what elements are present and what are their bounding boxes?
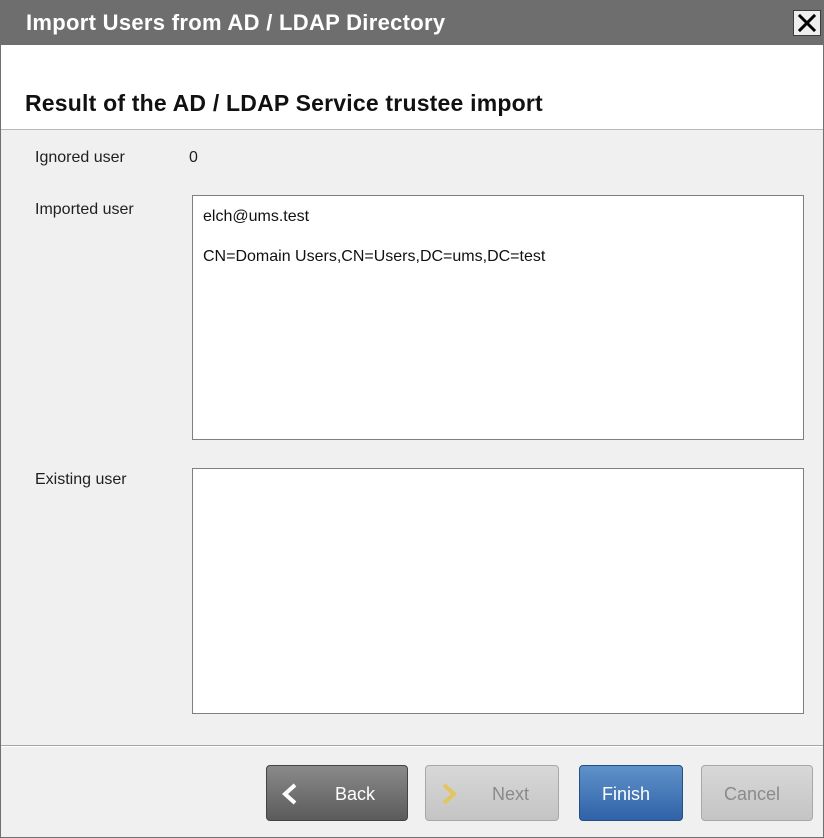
imported-user-list[interactable]: elch@ums.test CN=Domain Users,CN=Users,D… [192,195,804,440]
ignored-user-count: 0 [189,149,198,166]
page-title: Result of the AD / LDAP Service trustee … [25,90,543,116]
imported-user-label: Imported user [35,201,134,218]
footer-divider [1,745,823,747]
back-button-label: Back [335,784,376,804]
chevron-right-icon [442,783,457,805]
list-item[interactable]: CN=Domain Users,CN=Users,DC=ums,DC=test [203,248,545,266]
cancel-button: Cancel [701,765,813,821]
finish-button[interactable]: Finish [579,765,683,821]
next-button-label: Next [492,784,530,804]
title-bar[interactable]: Import Users from AD / LDAP Directory [1,1,823,45]
import-users-dialog: Import Users from AD / LDAP Directory Re… [0,0,824,838]
chevron-left-icon [282,783,297,805]
page-header: Result of the AD / LDAP Service trustee … [1,45,823,130]
close-button[interactable] [793,10,821,36]
cancel-button-label: Cancel [724,784,781,804]
back-button[interactable]: Back [266,765,408,821]
finish-button-label: Finish [602,784,651,804]
list-item[interactable]: elch@ums.test [203,208,309,226]
existing-user-label: Existing user [35,471,127,488]
ignored-user-label: Ignored user [35,149,125,166]
existing-user-list[interactable] [192,468,804,714]
close-icon [797,13,817,33]
next-button: Next [425,765,559,821]
window-title: Import Users from AD / LDAP Directory [26,10,446,35]
